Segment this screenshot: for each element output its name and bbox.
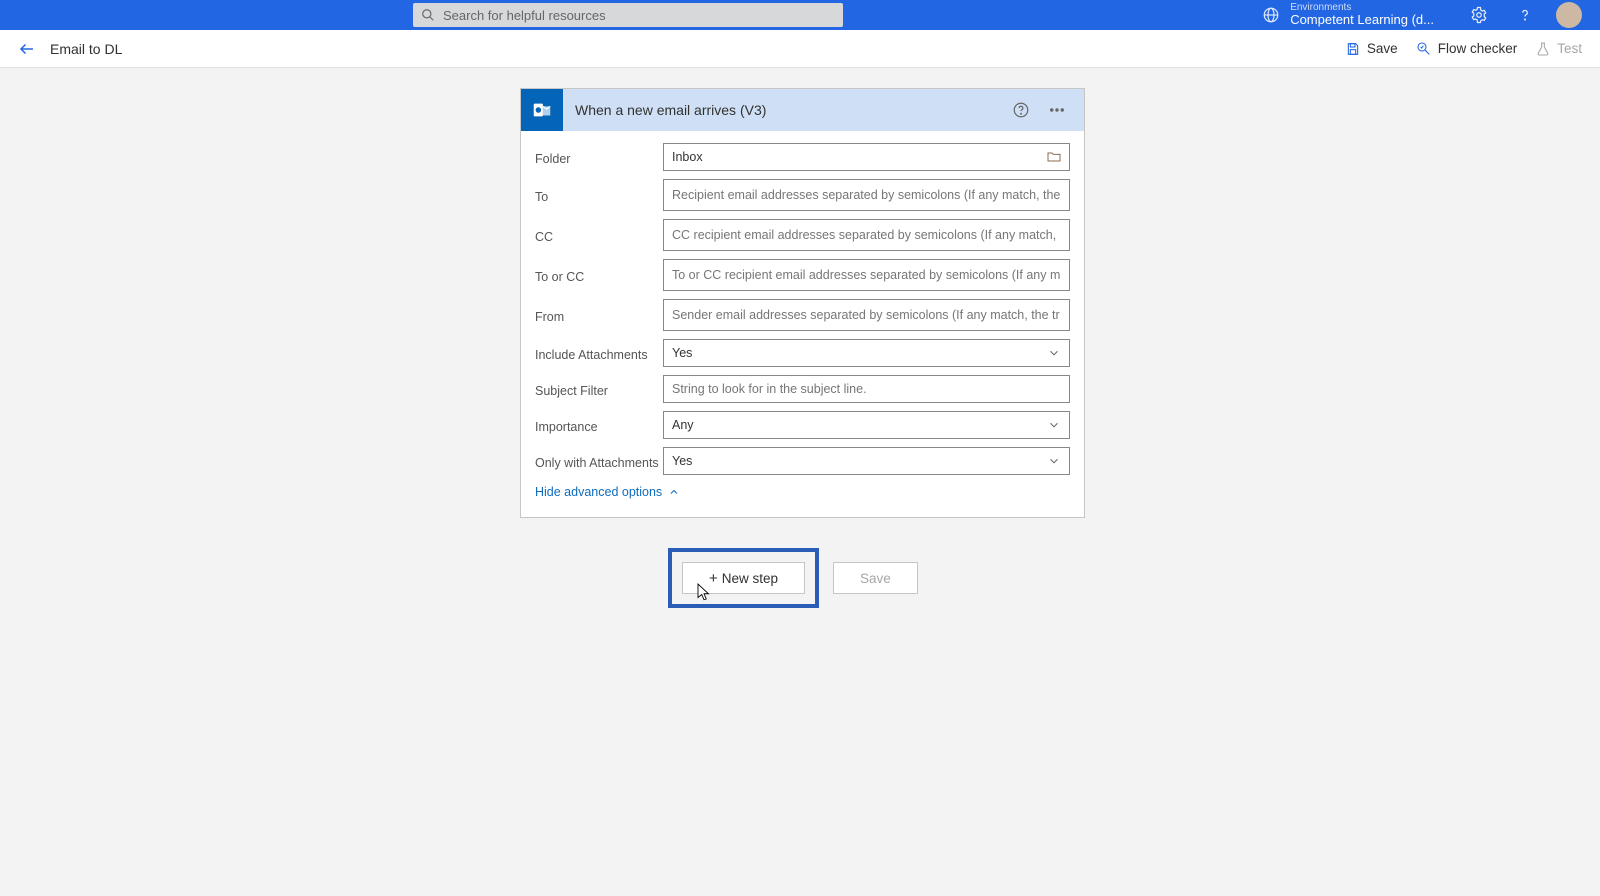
flow-name: Email to DL xyxy=(50,41,122,57)
only-attachments-select[interactable]: Yes xyxy=(663,447,1070,475)
incatt-label: Include Attachments xyxy=(535,344,663,362)
toolbar-save-button[interactable]: Save xyxy=(1345,41,1398,57)
trigger-title: When a new email arrives (V3) xyxy=(575,102,766,118)
to-input[interactable] xyxy=(663,179,1070,211)
onlyatt-label: Only with Attachments xyxy=(535,452,663,470)
tocc-input[interactable] xyxy=(663,259,1070,291)
chevron-up-icon xyxy=(668,486,680,498)
toolbar-test-button[interactable]: Test xyxy=(1535,41,1582,57)
search-input[interactable]: Search for helpful resources xyxy=(413,3,843,27)
folder-input[interactable] xyxy=(663,143,1070,171)
gear-icon[interactable] xyxy=(1470,6,1488,24)
to-label: To xyxy=(535,186,663,204)
cc-label: CC xyxy=(535,226,663,244)
cc-input[interactable] xyxy=(663,219,1070,251)
flowchecker-icon xyxy=(1416,41,1432,57)
from-input[interactable] xyxy=(663,299,1070,331)
page-toolbar: Email to DL Save Flow checker Test xyxy=(0,30,1600,68)
chevron-down-icon xyxy=(1047,418,1061,432)
importance-label: Importance xyxy=(535,416,663,434)
save-icon xyxy=(1345,41,1361,57)
outlook-icon xyxy=(521,89,563,131)
trigger-card: When a new email arrives (V3) Folder To … xyxy=(520,88,1085,518)
info-icon[interactable] xyxy=(1012,101,1030,119)
global-header: Search for helpful resources Environment… xyxy=(0,0,1600,30)
environment-icon[interactable] xyxy=(1262,6,1280,24)
help-icon[interactable] xyxy=(1516,6,1534,24)
trigger-card-header[interactable]: When a new email arrives (V3) xyxy=(521,89,1084,131)
designer-canvas: When a new email arrives (V3) Folder To … xyxy=(0,68,1600,896)
environment-picker[interactable]: Environments Competent Learning (d... xyxy=(1290,2,1434,27)
action-buttons: + New step Save xyxy=(668,548,918,608)
chevron-down-icon xyxy=(1047,454,1061,468)
chevron-down-icon xyxy=(1047,346,1061,360)
folder-picker-icon[interactable] xyxy=(1046,149,1062,165)
environment-name: Competent Learning (d... xyxy=(1290,13,1434,27)
subject-filter-input[interactable] xyxy=(663,375,1070,403)
tocc-label: To or CC xyxy=(535,266,663,284)
save-button[interactable]: Save xyxy=(833,562,918,594)
importance-select[interactable]: Any xyxy=(663,411,1070,439)
highlight-frame: + New step xyxy=(668,548,819,608)
back-arrow-icon[interactable] xyxy=(18,40,36,58)
avatar[interactable] xyxy=(1556,2,1582,28)
more-icon[interactable] xyxy=(1048,101,1066,119)
include-attachments-select[interactable]: Yes xyxy=(663,339,1070,367)
subject-label: Subject Filter xyxy=(535,380,663,398)
advanced-options-toggle[interactable]: Hide advanced options xyxy=(535,485,1070,499)
search-icon xyxy=(421,8,435,22)
folder-label: Folder xyxy=(535,148,663,166)
from-label: From xyxy=(535,306,663,324)
flask-icon xyxy=(1535,41,1551,57)
toolbar-flowchecker-button[interactable]: Flow checker xyxy=(1416,41,1518,57)
search-placeholder: Search for helpful resources xyxy=(443,8,606,23)
new-step-button[interactable]: + New step xyxy=(682,562,805,594)
trigger-body: Folder To CC To or CC From xyxy=(521,131,1084,517)
